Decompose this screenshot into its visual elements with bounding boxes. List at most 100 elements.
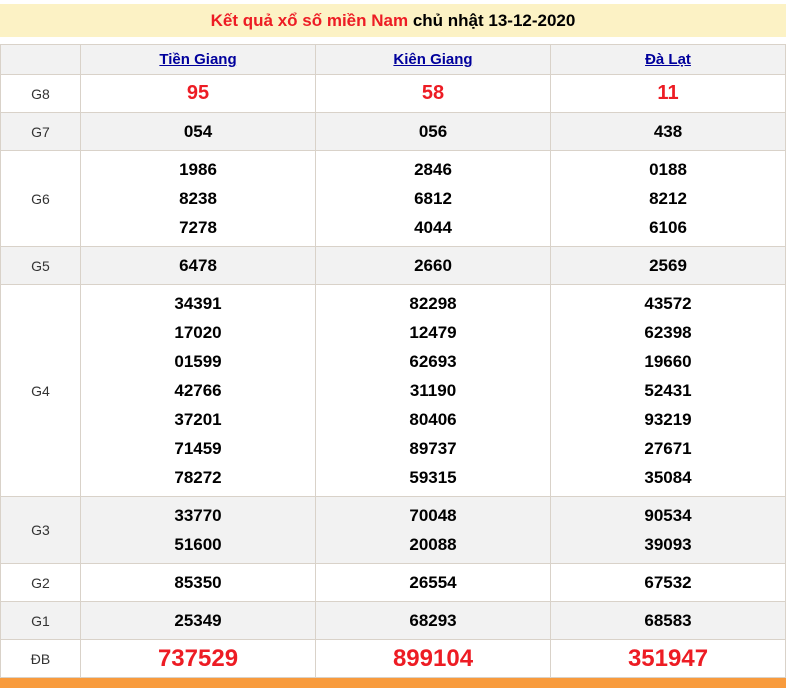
prize-number: 58 [421, 82, 445, 105]
column-header-da-lat: Đà Lạt [550, 44, 786, 76]
results-body: G8 95 58 11 G7 054 056 438 G6 1986 8238 7278 2846 681… [0, 74, 786, 679]
prize-numbers-cell: 68293 [315, 601, 551, 641]
station-link-da-lat[interactable]: Đà Lạt [645, 51, 691, 68]
prize-number: 37201 [174, 410, 222, 430]
prize-number: 899104 [392, 645, 474, 673]
prize-number: 89737 [409, 439, 457, 459]
prize-number: 78272 [174, 468, 222, 488]
prize-number: 12479 [409, 323, 457, 343]
station-link-tien-giang[interactable]: Tiền Giang [159, 51, 236, 68]
prize-numbers-cell: 68583 [550, 601, 786, 641]
prize-number: 351947 [627, 645, 709, 673]
lottery-results-page: Kết quả xổ số miền Nam chủ nhật 13-12-20… [0, 0, 786, 688]
prize-number: 054 [183, 122, 213, 142]
prize-number: 68583 [644, 611, 692, 631]
prize-number: 80406 [409, 410, 457, 430]
page-title-region: Kết quả xổ số miền Nam [210, 10, 409, 30]
prize-number: 85350 [174, 573, 222, 593]
prize-number: 27671 [644, 439, 692, 459]
prize-number: 68293 [409, 611, 457, 631]
prize-numbers-cell: 90534 39093 [550, 496, 786, 565]
prize-number: 62693 [409, 352, 457, 372]
prize-numbers-cell: 95 [80, 74, 316, 114]
prize-numbers-cell: 737529 [80, 639, 316, 679]
prize-numbers-cell: 899104 [315, 639, 551, 679]
prize-number: 35084 [644, 468, 692, 488]
table-row: G6 1986 8238 7278 2846 6812 4044 0188 8212 6106 [0, 150, 786, 248]
prize-numbers-cell: 2569 [550, 246, 786, 286]
prize-numbers-cell: 70048 20088 [315, 496, 551, 565]
prize-label: G8 [0, 74, 81, 114]
prize-numbers-cell: 1986 8238 7278 [80, 150, 316, 248]
prize-number: 19660 [644, 352, 692, 372]
prize-number: 43572 [644, 294, 692, 314]
prize-numbers-cell: 351947 [550, 639, 786, 679]
prize-number: 39093 [644, 535, 692, 555]
prize-number: 42766 [174, 381, 222, 401]
prize-numbers-cell: 26554 [315, 563, 551, 603]
prize-label: G5 [0, 246, 81, 286]
prize-label: G3 [0, 496, 81, 565]
prize-number: 51600 [174, 535, 222, 555]
prize-numbers-cell: 438 [550, 112, 786, 152]
prize-number: 737529 [157, 645, 239, 673]
page-title: Kết quả xổ số miền Nam chủ nhật 13-12-20… [0, 4, 786, 38]
table-row: G4 34391 17020 01599 42766 37201 71459 78272 822… [0, 284, 786, 498]
prize-label: G2 [0, 563, 81, 603]
prize-numbers-cell: 2660 [315, 246, 551, 286]
prize-numbers-cell: 2846 6812 4044 [315, 150, 551, 248]
prize-number: 2569 [649, 256, 687, 276]
prize-numbers-cell: 11 [550, 74, 786, 114]
prize-number: 7278 [179, 218, 217, 238]
prize-number: 056 [418, 122, 448, 142]
prize-number: 20088 [409, 535, 457, 555]
column-header-tien-giang: Tiền Giang [80, 44, 316, 76]
table-row: G7 054 056 438 [0, 112, 786, 152]
table-header-row: Tiền Giang Kiên Giang Đà Lạt [0, 44, 786, 76]
table-row: ĐB 737529 899104 351947 [0, 639, 786, 679]
prize-numbers-cell: 0188 8212 6106 [550, 150, 786, 248]
prize-number: 90534 [644, 506, 692, 526]
prize-number: 4044 [414, 218, 452, 238]
prize-numbers-cell: 85350 [80, 563, 316, 603]
prize-number: 95 [186, 82, 210, 105]
prize-numbers-cell: 33770 51600 [80, 496, 316, 565]
prize-number: 438 [653, 122, 683, 142]
prize-numbers-cell: 34391 17020 01599 42766 37201 71459 78272 [80, 284, 316, 498]
corner-cell [0, 44, 81, 76]
prize-number: 26554 [409, 573, 457, 593]
table-row: G1 25349 68293 68583 [0, 601, 786, 641]
prize-number: 6812 [414, 189, 452, 209]
prize-number: 31190 [409, 381, 457, 401]
prize-numbers-cell: 6478 [80, 246, 316, 286]
prize-number: 17020 [174, 323, 222, 343]
prize-numbers-cell: 43572 62398 19660 52431 93219 27671 35084 [550, 284, 786, 498]
prize-numbers-cell: 054 [80, 112, 316, 152]
prize-number: 2846 [414, 160, 452, 180]
prize-number: 8238 [179, 189, 217, 209]
prize-number: 11 [657, 82, 679, 105]
prize-number: 25349 [174, 611, 222, 631]
results-table: Tiền Giang Kiên Giang Đà Lạt G8 95 58 11 G7 0… [0, 44, 786, 679]
prize-number: 6478 [179, 256, 217, 276]
prize-label: G6 [0, 150, 81, 248]
prize-numbers-cell: 056 [315, 112, 551, 152]
prize-label: G7 [0, 112, 81, 152]
prize-number: 1986 [179, 160, 217, 180]
table-row: G5 6478 2660 2569 [0, 246, 786, 286]
prize-number: 01599 [174, 352, 222, 372]
prize-number: 62398 [644, 323, 692, 343]
table-row: G3 33770 51600 70048 20088 90534 39093 [0, 496, 786, 565]
station-link-kien-giang[interactable]: Kiên Giang [393, 51, 472, 68]
prize-label: ĐB [0, 639, 81, 679]
page-title-date: chủ nhật 13-12-2020 [408, 10, 576, 30]
table-row: G8 95 58 11 [0, 74, 786, 114]
table-row: G2 85350 26554 67532 [0, 563, 786, 603]
prize-label: G4 [0, 284, 81, 498]
prize-number: 6106 [649, 218, 687, 238]
column-header-kien-giang: Kiên Giang [315, 44, 551, 76]
prize-number: 34391 [174, 294, 222, 314]
prize-number: 52431 [644, 381, 692, 401]
prize-number: 67532 [644, 573, 692, 593]
prize-number: 70048 [409, 506, 457, 526]
